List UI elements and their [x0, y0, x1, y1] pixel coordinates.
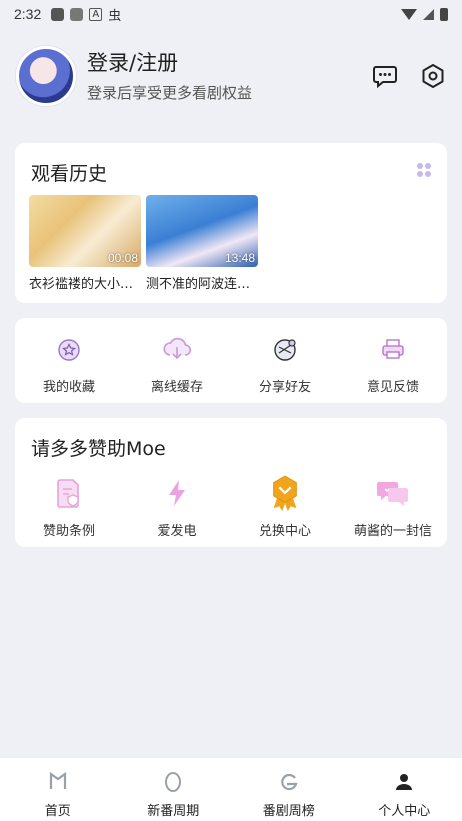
login-subtitle: 登录后享受更多看剧权益: [87, 83, 253, 102]
offline-cache-label: 离线缓存: [150, 380, 203, 395]
login-register-title[interactable]: 登录/注册: [87, 50, 252, 76]
battery-icon: [440, 7, 448, 21]
profile-icon: [393, 770, 415, 792]
video-title: 测不准的阿波连…: [146, 277, 251, 292]
tab-profile-label: 个人中心: [378, 804, 431, 819]
document-shield-icon: [52, 476, 86, 510]
afdian-button[interactable]: 爱发电: [123, 462, 231, 547]
history-item[interactable]: 00:08 衣衫褴褛的大小…: [29, 195, 141, 292]
medal-icon: [268, 475, 302, 511]
home-icon: [47, 770, 69, 792]
settings-gear-icon[interactable]: [420, 63, 446, 89]
letter-button[interactable]: 萌酱的一封信: [339, 462, 447, 547]
bug-icon: 虫: [108, 8, 122, 24]
redeem-center-button[interactable]: 兑换中心: [231, 462, 339, 547]
signal-icon: [423, 8, 434, 20]
letter-label: 萌酱的一封信: [353, 524, 432, 539]
offline-cache-button[interactable]: 离线缓存: [123, 318, 231, 403]
message-icon[interactable]: [372, 63, 398, 89]
status-bar: 2:32 A 虫: [0, 0, 462, 28]
watch-history-card: 观看历史 00:08 衣衫褴褛的大小… 13:48 测不准的阿波连…: [15, 143, 447, 303]
favorites-button[interactable]: 我的收藏: [15, 318, 123, 403]
video-thumbnail[interactable]: 00:08: [29, 195, 141, 267]
favorite-star-icon: [52, 332, 86, 366]
feedback-printer-icon: [376, 332, 410, 366]
tab-profile[interactable]: 个人中心: [347, 758, 462, 821]
lightning-icon: [160, 476, 194, 510]
share-icon: [268, 332, 302, 366]
video-thumbnail[interactable]: 13:48: [146, 195, 258, 267]
feedback-button[interactable]: 意见反馈: [339, 318, 447, 403]
notification-icon: [70, 7, 84, 21]
history-item[interactable]: 13:48 测不准的阿波连…: [146, 195, 258, 292]
tab-weekly-ranking-label: 番剧周榜: [262, 804, 315, 819]
favorites-label: 我的收藏: [42, 380, 95, 395]
tab-home[interactable]: 首页: [0, 758, 116, 821]
status-time: 2:32: [14, 6, 42, 22]
video-title: 衣衫褴褛的大小…: [29, 277, 134, 292]
keyboard-icon: A: [89, 7, 103, 21]
sponsor-terms-label: 赞助条例: [42, 524, 95, 539]
tab-weekly-ranking[interactable]: 番剧周榜: [231, 758, 347, 821]
share-friends-label: 分享好友: [258, 380, 311, 395]
share-friends-button[interactable]: 分享好友: [231, 318, 339, 403]
sponsor-title: 请多多赞助Moe: [31, 438, 166, 460]
ranking-icon: [278, 770, 300, 792]
quick-actions-card: 我的收藏 离线缓存 分享好友 意见反馈: [15, 318, 447, 403]
history-title: 观看历史: [31, 163, 108, 185]
tab-new-season[interactable]: 新番周期: [116, 758, 232, 821]
cloud-download-icon: [160, 332, 194, 366]
bottom-tab-bar: 首页 新番周期 番剧周榜 个人中心: [0, 757, 462, 821]
avatar[interactable]: [16, 46, 76, 106]
more-grid-icon[interactable]: [417, 163, 431, 177]
redeem-center-label: 兑换中心: [258, 524, 311, 539]
tab-new-season-label: 新番周期: [147, 804, 200, 819]
sponsor-terms-button[interactable]: 赞助条例: [15, 462, 123, 547]
afdian-label: 爱发电: [157, 524, 197, 539]
feedback-label: 意见反馈: [366, 380, 419, 395]
chat-bubbles-icon: [376, 476, 410, 510]
wifi-icon: [401, 8, 417, 20]
video-duration: 13:48: [224, 251, 255, 265]
sponsor-card: 请多多赞助Moe 赞助条例 爱发电 兑换中心 萌酱的一封信: [15, 418, 447, 547]
egg-icon: [162, 770, 184, 792]
video-duration: 00:08: [107, 251, 138, 265]
tab-home-label: 首页: [44, 804, 71, 819]
profile-header[interactable]: 登录/注册 登录后享受更多看剧权益: [16, 44, 446, 108]
notification-icon: [51, 7, 65, 21]
